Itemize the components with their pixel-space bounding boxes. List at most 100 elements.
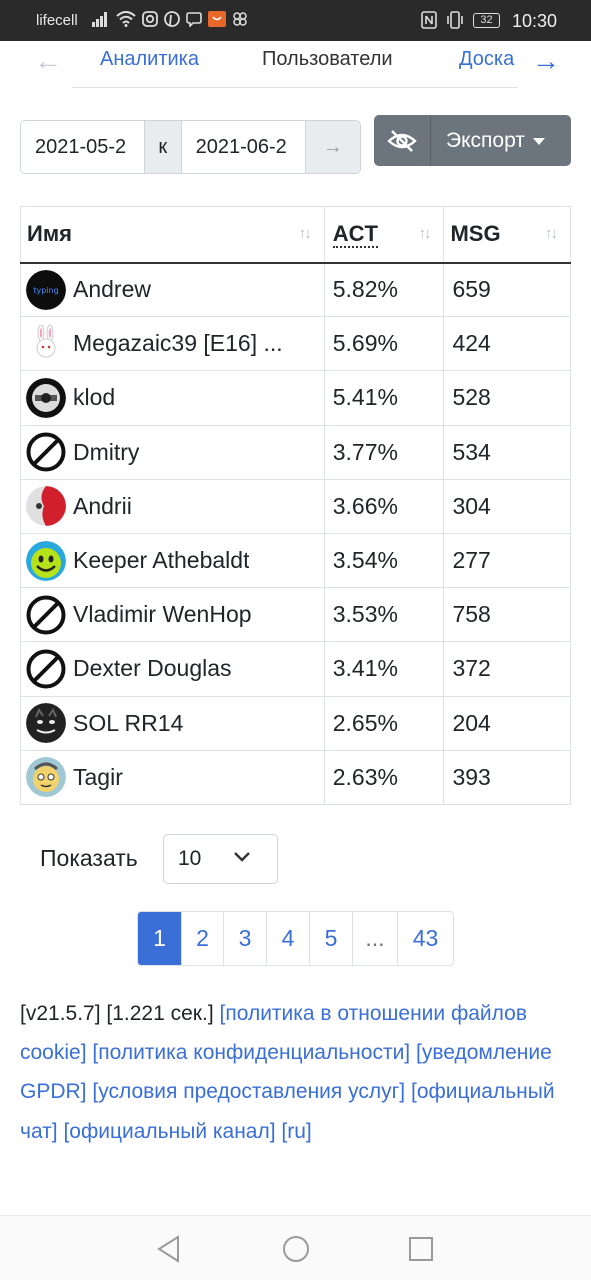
hide-button[interactable] bbox=[374, 115, 431, 166]
pinwheel-icon bbox=[233, 12, 247, 26]
page-size-select[interactable]: 10 bbox=[163, 834, 278, 884]
page-5-button[interactable]: 5 bbox=[309, 912, 352, 965]
instagram-icon bbox=[142, 11, 158, 27]
cell-msg: 204 bbox=[443, 695, 571, 751]
table-row[interactable]: typing Andrew 5.82% 659 bbox=[20, 261, 571, 318]
recents-icon[interactable] bbox=[408, 1235, 434, 1263]
sort-icon: ↑↓ bbox=[545, 225, 558, 242]
column-header-act[interactable]: ACT ↑↓ bbox=[323, 206, 445, 264]
cell-msg: 758 bbox=[443, 587, 571, 643]
cell-act: 3.54% bbox=[323, 532, 445, 589]
cell-name: Tagir bbox=[20, 749, 325, 805]
tab-users[interactable]: Пользователи bbox=[262, 48, 393, 71]
user-name-wrap: klod bbox=[26, 377, 323, 418]
column-header-msg-label: MSG bbox=[450, 221, 501, 247]
user-name[interactable]: Tagir bbox=[73, 764, 123, 791]
table-row[interactable]: klod 5.41% 528 bbox=[20, 370, 571, 426]
terms-of-service-link[interactable]: [условия предоставления услуг] bbox=[92, 1080, 405, 1103]
cell-msg: 528 bbox=[443, 370, 571, 426]
status-left-icons bbox=[92, 11, 248, 27]
cell-msg: 659 bbox=[443, 261, 571, 318]
page-43-button[interactable]: 43 bbox=[397, 912, 453, 965]
page-size-label: Показать bbox=[40, 845, 138, 871]
user-name[interactable]: Andrii bbox=[73, 493, 132, 520]
page-4-button[interactable]: 4 bbox=[266, 912, 309, 965]
user-name-wrap: Dexter Douglas bbox=[26, 649, 323, 689]
official-channel-link[interactable]: [официальный канал] bbox=[63, 1120, 275, 1143]
round-badge-avatar bbox=[26, 377, 66, 418]
user-name-wrap: Keeper Athebaldt bbox=[26, 540, 323, 581]
home-icon[interactable] bbox=[282, 1235, 310, 1263]
arrow-right-icon[interactable]: → bbox=[532, 47, 560, 75]
cell-act: 3.41% bbox=[323, 641, 445, 697]
page-3-button[interactable]: 3 bbox=[223, 912, 266, 965]
apply-range-button[interactable]: → bbox=[304, 121, 360, 173]
cell-act: 3.77% bbox=[323, 424, 445, 480]
table-header-row: Имя ↑↓ ACT ↑↓ MSG ↑↓ bbox=[20, 206, 571, 264]
cell-msg: 277 bbox=[443, 532, 571, 589]
user-name-wrap: Vladimir WenHop bbox=[26, 595, 323, 635]
user-name-wrap: Andrii bbox=[26, 486, 323, 527]
table-row[interactable]: Keeper Athebaldt 3.54% 277 bbox=[20, 532, 571, 589]
cartoon-avatar bbox=[26, 757, 66, 798]
wifi-icon bbox=[116, 11, 136, 27]
page-size-value: 10 bbox=[178, 847, 202, 870]
cell-name: Vladimir WenHop bbox=[20, 587, 325, 643]
users-table: Имя ↑↓ ACT ↑↓ MSG ↑↓ typing Andrew 5.82% 65… bbox=[20, 206, 571, 805]
date-to-input[interactable]: 2021-06-2 bbox=[181, 121, 305, 173]
footer: [v21.5.7] [1.221 сек.] [политика в отнош… bbox=[20, 994, 560, 1151]
user-name-wrap: Tagir bbox=[26, 757, 323, 798]
cell-name: Dmitry bbox=[20, 424, 325, 480]
table-row[interactable]: Dmitry 3.77% 534 bbox=[20, 424, 571, 480]
arrow-left-icon[interactable]: ← bbox=[34, 47, 62, 75]
smiley-avatar bbox=[26, 540, 66, 581]
user-name-wrap: SOL RR14 bbox=[26, 703, 323, 744]
date-from-input[interactable]: 2021-05-2 bbox=[21, 121, 144, 173]
table-row[interactable]: SOL RR14 2.65% 204 bbox=[20, 695, 571, 751]
cell-act: 5.41% bbox=[323, 370, 445, 426]
user-name[interactable]: Dexter Douglas bbox=[73, 655, 232, 682]
user-name[interactable]: Megazaic39 [E16] ... bbox=[73, 330, 283, 357]
tab-board[interactable]: Доска bbox=[459, 48, 521, 71]
sort-icon: ↑↓ bbox=[298, 225, 312, 242]
chevron-down-icon bbox=[234, 852, 250, 862]
back-icon[interactable] bbox=[156, 1235, 182, 1263]
no-photo-avatar bbox=[26, 432, 66, 472]
sort-icon: ↑↓ bbox=[418, 225, 431, 242]
table-row[interactable]: Vladimir WenHop 3.53% 758 bbox=[20, 587, 571, 643]
column-header-name[interactable]: Имя ↑↓ bbox=[20, 206, 325, 264]
dark-cat-avatar bbox=[26, 703, 66, 744]
column-header-name-label: Имя bbox=[27, 221, 72, 247]
user-name[interactable]: Vladimir WenHop bbox=[73, 601, 252, 628]
table-row[interactable]: Megazaic39 [E16] ... 5.69% 424 bbox=[20, 316, 571, 372]
user-name[interactable]: Keeper Athebaldt bbox=[73, 547, 249, 574]
page-2-button[interactable]: 2 bbox=[181, 912, 223, 965]
user-name[interactable]: SOL RR14 bbox=[73, 710, 183, 737]
table-row[interactable]: Tagir 2.63% 393 bbox=[20, 749, 571, 805]
status-right-icons: 32 bbox=[421, 11, 500, 29]
cell-act: 2.63% bbox=[323, 749, 445, 805]
export-label: Экспорт bbox=[446, 129, 525, 152]
language-link[interactable]: [ru] bbox=[281, 1120, 311, 1143]
clock: 10:30 bbox=[512, 11, 558, 31]
no-photo-avatar bbox=[26, 649, 66, 689]
cell-msg: 372 bbox=[443, 641, 571, 697]
page-1-button[interactable]: 1 bbox=[138, 912, 181, 965]
cell-name: Andrii bbox=[20, 478, 325, 534]
user-name[interactable]: klod bbox=[73, 384, 115, 411]
caret-down-icon bbox=[532, 137, 545, 145]
cell-name: klod bbox=[20, 370, 325, 426]
export-dropdown-button[interactable]: Экспорт bbox=[431, 115, 571, 166]
table-row[interactable]: Dexter Douglas 3.41% 372 bbox=[20, 641, 571, 697]
cell-name: SOL RR14 bbox=[20, 695, 325, 751]
privacy-policy-link[interactable]: [политика конфиденциальности] bbox=[92, 1041, 410, 1064]
user-name[interactable]: Andrew bbox=[73, 276, 151, 303]
column-header-msg[interactable]: MSG ↑↓ bbox=[443, 206, 571, 264]
table-row[interactable]: Andrii 3.66% 304 bbox=[20, 478, 571, 534]
tab-analytics[interactable]: Аналитика bbox=[100, 48, 199, 71]
version-text: [v21.5.7] bbox=[20, 1002, 101, 1025]
pagination: 1 2 3 4 5... 43 bbox=[137, 911, 454, 966]
tabs-navigation: ← Аналитика Пользователи Доска → bbox=[0, 41, 591, 89]
red-splash-avatar bbox=[26, 486, 66, 527]
user-name[interactable]: Dmitry bbox=[73, 439, 139, 466]
